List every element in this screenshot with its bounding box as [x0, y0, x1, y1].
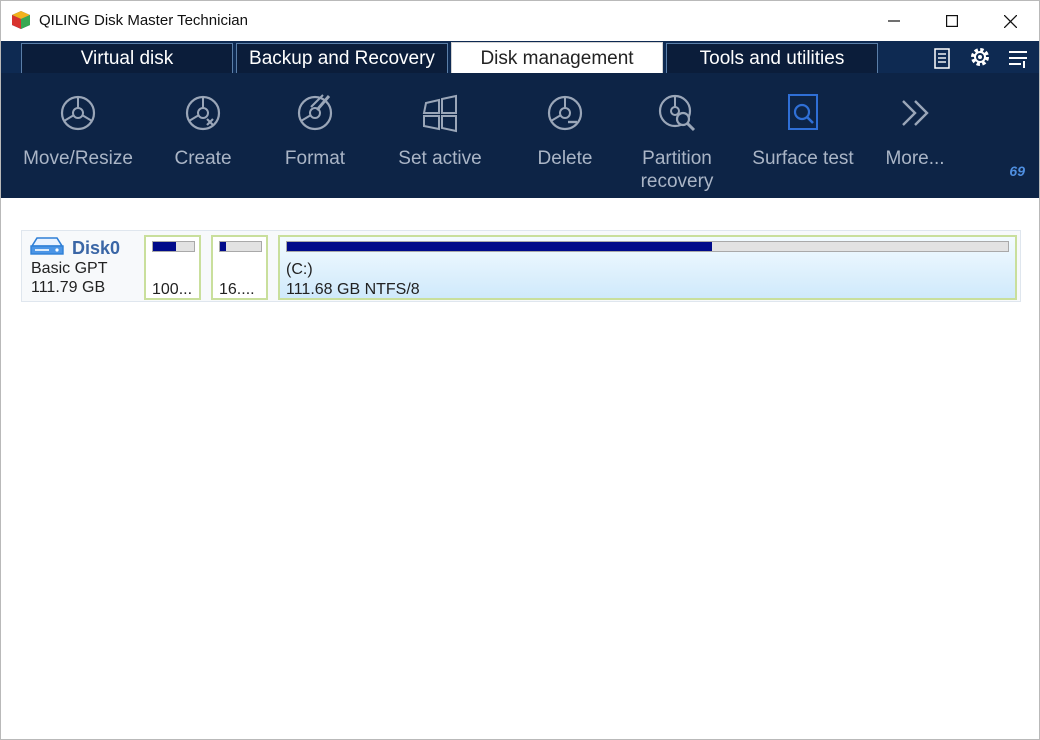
create-partition-icon: [185, 95, 221, 131]
tab-backup-and-recovery[interactable]: Backup and Recovery: [236, 43, 448, 73]
hard-disk-icon: [30, 237, 64, 255]
partition-recovery-label: Partition recovery: [640, 148, 714, 192]
partition-usage-fill: [220, 242, 227, 251]
maximize-icon: [946, 15, 958, 27]
delete-partition-icon: [547, 95, 583, 131]
tab-virtual-disk[interactable]: Virtual disk: [21, 43, 233, 73]
delete-label: Delete: [537, 148, 593, 169]
surface-test-button[interactable]: Surface test: [747, 85, 859, 195]
tab-strip: Virtual disk Backup and Recovery Disk ma…: [1, 41, 1039, 74]
format-icon: [297, 94, 333, 131]
partition-label: 111.68 GB NTFS/8: [286, 281, 420, 298]
partition-c[interactable]: (C:) 111.68 GB NTFS/8: [278, 235, 1017, 300]
surface-test-icon: [788, 94, 818, 130]
create-label: Create: [174, 148, 232, 169]
disk-row[interactable]: Disk0 Basic GPT 111.79 GB 100... 16....: [21, 230, 1021, 302]
partition-usage-bar: [152, 241, 195, 252]
move-resize-icon: [60, 95, 96, 131]
minimize-button[interactable]: [865, 1, 923, 41]
partition-recovery-icon: [658, 94, 696, 132]
more-button[interactable]: More...: [879, 85, 951, 195]
surface-test-label: Surface test: [752, 148, 854, 169]
tab-disk-management[interactable]: Disk management: [451, 42, 663, 74]
move-resize-button[interactable]: Move/Resize: [15, 85, 141, 195]
set-active-label: Set active: [398, 148, 482, 169]
chevron-double-right-icon: [902, 100, 929, 126]
set-active-button[interactable]: Set active: [385, 85, 495, 195]
partition-1[interactable]: 100...: [144, 235, 201, 300]
partition-2[interactable]: 16....: [211, 235, 268, 300]
disk-map-area: Disk0 Basic GPT 111.79 GB 100... 16....: [1, 198, 1039, 739]
partition-drive-letter: (C:): [286, 261, 313, 278]
corner-mark: 69: [1009, 163, 1025, 179]
window-title: QILING Disk Master Technician: [39, 12, 248, 29]
app-window: QILING Disk Master Technician Virtual di…: [0, 0, 1040, 740]
disk-info[interactable]: Disk0 Basic GPT 111.79 GB: [22, 231, 140, 301]
menu-icon[interactable]: [1005, 47, 1031, 71]
more-label: More...: [885, 148, 945, 169]
close-icon: [1003, 14, 1017, 28]
partition-usage-bar: [219, 241, 262, 252]
gear-icon[interactable]: [967, 45, 993, 69]
partition-usage-bar: [286, 241, 1009, 252]
format-label: Format: [284, 148, 346, 169]
close-button[interactable]: [981, 1, 1039, 41]
move-resize-label: Move/Resize: [23, 148, 133, 169]
partition-label: 16....: [219, 281, 255, 298]
delete-button[interactable]: Delete: [523, 85, 607, 195]
disk-type: Basic GPT: [31, 260, 108, 277]
partition-usage-fill: [153, 242, 176, 251]
set-active-icon: [422, 94, 457, 133]
disk-size: 111.79 GB: [31, 279, 106, 296]
partition-usage-fill: [287, 242, 713, 251]
list-icon[interactable]: [929, 47, 955, 71]
minimize-icon: [888, 20, 900, 22]
app-logo-icon: [12, 11, 30, 29]
partition-label: 100...: [152, 281, 193, 298]
title-bar[interactable]: QILING Disk Master Technician: [1, 1, 1039, 41]
format-button[interactable]: Format: [271, 85, 359, 195]
disk-name: Disk0: [72, 238, 121, 258]
maximize-button[interactable]: [923, 1, 981, 41]
partition-recovery-button[interactable]: Partition recovery: [627, 85, 727, 195]
tab-tools-and-utilities[interactable]: Tools and utilities: [666, 43, 878, 73]
ribbon-toolbar: Move/Resize Create Format Set active Del…: [1, 73, 1039, 198]
create-button[interactable]: Create: [155, 85, 251, 195]
